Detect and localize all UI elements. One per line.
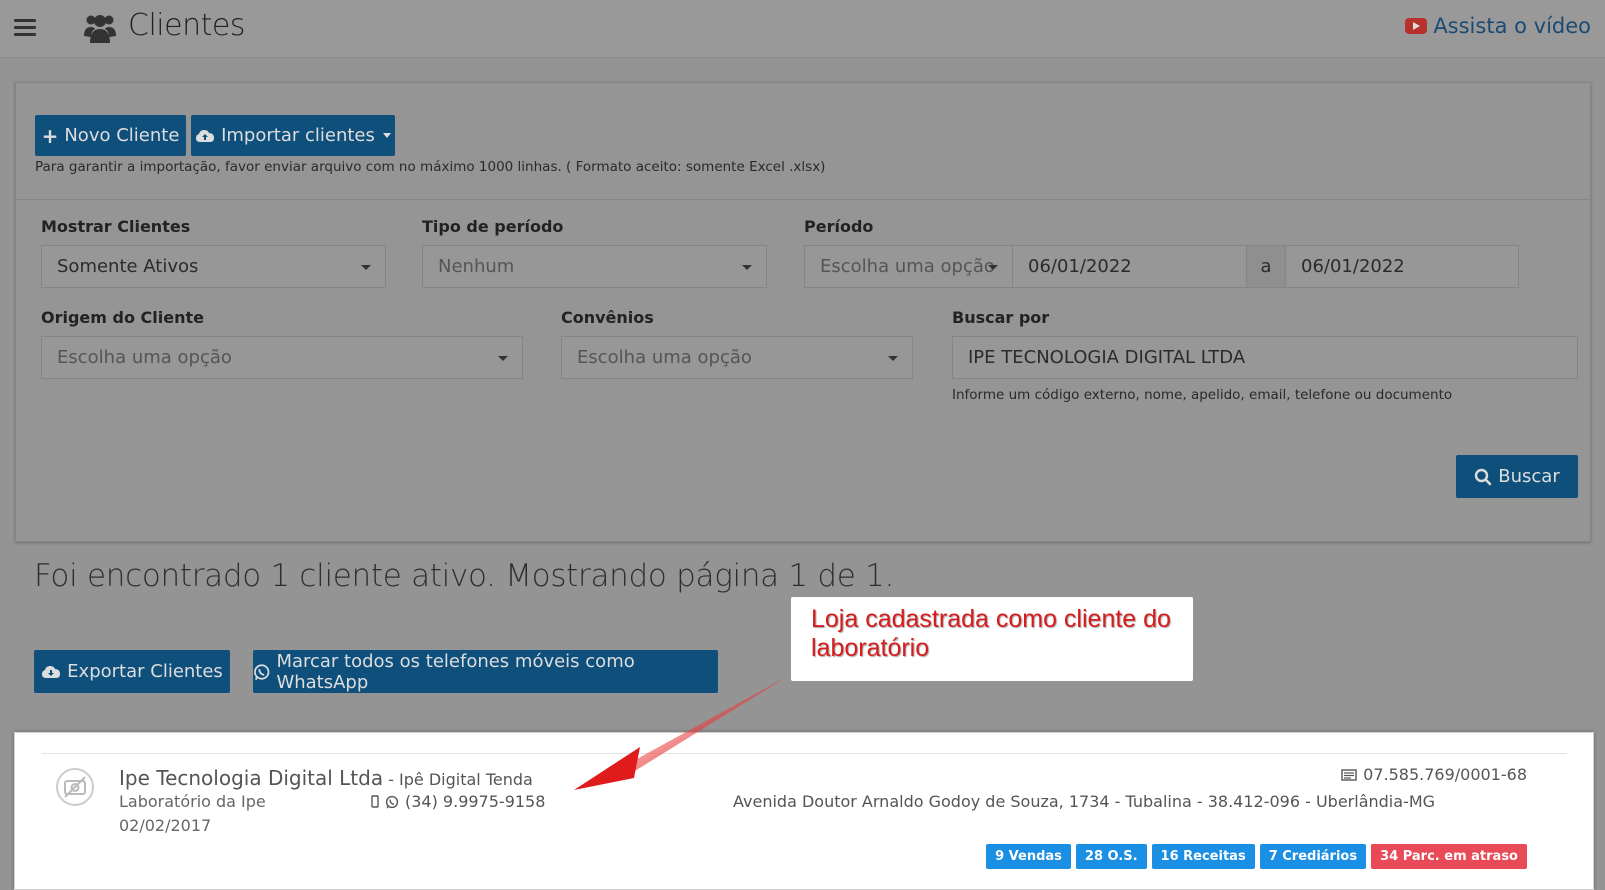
agreements-placeholder: Escolha uma opção [577,347,752,368]
agreements-label: Convênios [561,308,654,327]
mark-whatsapp-button[interactable]: Marcar todos os telefones móveis como Wh… [253,650,718,693]
client-address: Avenida Doutor Arnaldo Godoy de Souza, 1… [733,792,1436,811]
cloud-download-icon [42,665,61,678]
search-help: Informe um código externo, nome, apelido… [952,387,1453,403]
id-card-icon [1341,768,1357,781]
watch-video-label: Assista o vídeo [1433,14,1591,38]
client-badges: 9 Vendas 28 O.S. 16 Receitas 7 Crediário… [986,844,1527,869]
card-divider [42,753,1567,754]
import-clients-label: Importar clientes [221,125,375,146]
new-client-label: Novo Cliente [64,125,180,146]
search-icon [1475,468,1492,485]
client-card[interactable]: Ipe Tecnologia Digital Ltda - Ipê Digita… [14,732,1594,890]
export-clients-button[interactable]: Exportar Clientes [34,650,230,693]
youtube-icon [1405,18,1428,34]
show-clients-select[interactable]: Somente Ativos [41,245,386,288]
period-end-value: 06/01/2022 [1301,256,1405,277]
period-value: Escolha uma opção [820,256,995,277]
client-phone: (34) 9.9975-9158 [371,792,545,811]
watch-video-link[interactable]: Assista o vídeo [1405,14,1591,38]
callout-text: Loja cadastrada como cliente do laborató… [811,605,1171,662]
badge-sales[interactable]: 9 Vendas [986,844,1071,869]
top-bar: Clientes Assista o vídeo [0,0,1605,58]
period-end-input[interactable]: 06/01/2022 [1285,245,1519,288]
search-button[interactable]: Buscar [1456,455,1578,498]
origin-label: Origem do Cliente [41,308,204,327]
panel-divider [16,199,1590,200]
origin-placeholder: Escolha uma opção [57,347,232,368]
search-label: Buscar por [952,308,1050,327]
client-name[interactable]: Ipe Tecnologia Digital Ltda - Ipê Digita… [119,766,533,790]
avatar-placeholder-icon [56,768,94,806]
client-phone-number: (34) 9.9975-9158 [405,792,546,811]
export-clients-label: Exportar Clientes [67,661,223,682]
badge-service-orders[interactable]: 28 O.S. [1075,844,1147,869]
client-document: 07.585.769/0001-68 [1341,765,1527,784]
period-start-value: 06/01/2022 [1028,256,1132,277]
menu-icon[interactable] [14,19,36,37]
client-date: 02/02/2017 [119,816,212,835]
new-client-button[interactable]: + Novo Cliente [35,115,186,156]
import-clients-button[interactable]: Importar clientes [191,115,395,156]
search-value: IPE TECNOLOGIA DIGITAL LTDA [968,347,1246,368]
period-separator: a [1246,245,1286,288]
mark-whatsapp-label: Marcar todos os telefones móveis como Wh… [276,650,635,693]
page-title: Clientes [128,8,245,43]
annotation-callout: Loja cadastrada como cliente do laborató… [791,597,1193,681]
period-select[interactable]: Escolha uma opção [804,245,1013,288]
results-summary: Foi encontrado 1 cliente ativo. Mostrand… [34,558,895,594]
client-name-text: Ipe Tecnologia Digital Ltda [119,766,384,790]
chevron-down-icon [498,356,508,361]
chevron-down-icon [361,265,371,270]
chevron-down-icon [888,356,898,361]
import-hint: Para garantir a importação, favor enviar… [35,159,826,175]
badge-credits[interactable]: 7 Crediários [1259,844,1367,869]
period-type-select[interactable]: Nenhum [422,245,767,288]
client-nickname: - Ipê Digital Tenda [383,770,533,789]
chevron-down-icon [988,265,998,270]
search-input[interactable]: IPE TECNOLOGIA DIGITAL LTDA [952,336,1578,379]
filter-panel: + Novo Cliente Importar clientes Para ga… [15,82,1591,542]
period-type-value: Nenhum [438,256,515,277]
search-button-label: Buscar [1498,466,1560,487]
client-document-number: 07.585.769/0001-68 [1363,765,1527,784]
period-type-label: Tipo de período [422,217,564,236]
origin-select[interactable]: Escolha uma opção [41,336,523,379]
agreements-select[interactable]: Escolha uma opção [561,336,913,379]
badge-prescriptions[interactable]: 16 Receitas [1151,844,1255,869]
chevron-down-icon [382,133,391,138]
client-origin: Laboratório da Ipe [119,792,266,811]
mobile-phone-icon [371,795,379,808]
whatsapp-icon [254,663,270,680]
whatsapp-icon [385,795,399,808]
cloud-upload-icon [196,129,215,142]
show-clients-label: Mostrar Clientes [41,217,191,236]
badge-overdue-installments[interactable]: 34 Parc. em atraso [1371,844,1527,869]
users-icon [84,15,116,43]
plus-icon: + [41,123,59,148]
show-clients-value: Somente Ativos [57,256,199,277]
period-label: Período [804,217,874,236]
chevron-down-icon [742,265,752,270]
period-start-input[interactable]: 06/01/2022 [1012,245,1247,288]
